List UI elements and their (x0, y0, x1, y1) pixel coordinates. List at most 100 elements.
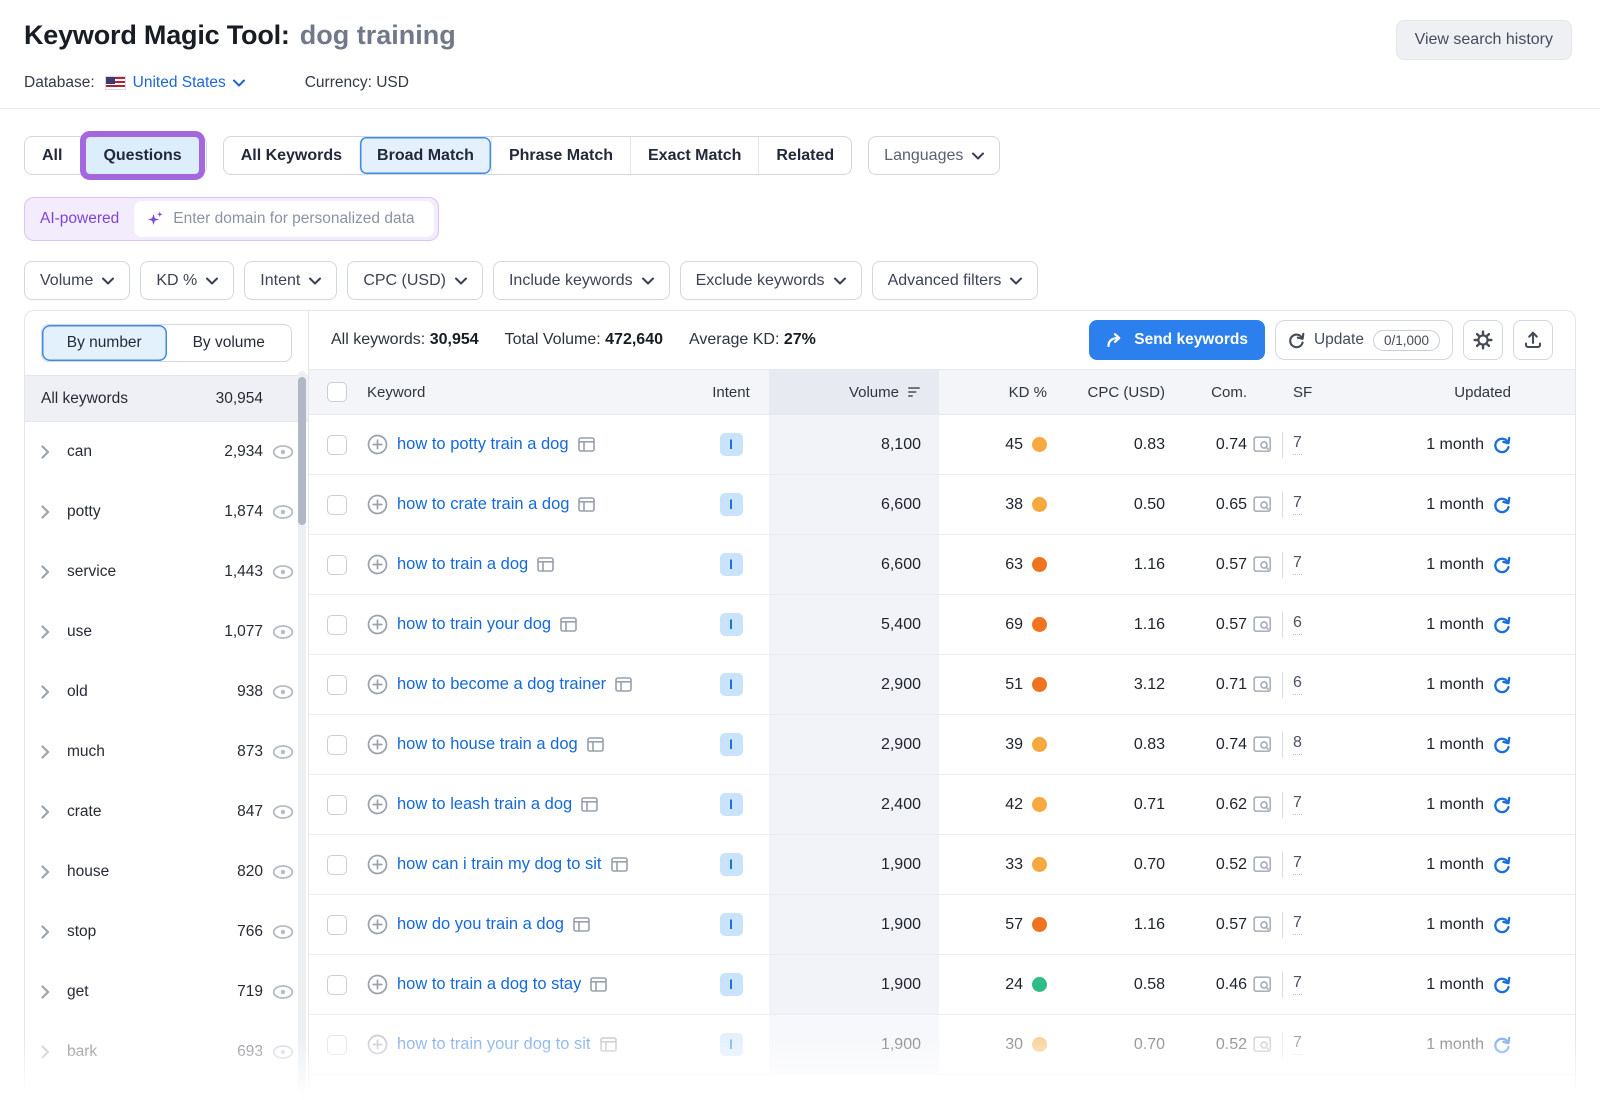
col-updated[interactable]: Updated (1343, 370, 1575, 414)
serp-window-icon[interactable] (600, 1037, 617, 1052)
eye-icon[interactable] (272, 985, 294, 999)
intent-badge[interactable]: I (720, 493, 743, 516)
keyword-group-item[interactable]: stop 766 (25, 902, 308, 962)
keyword-group-item[interactable]: house 820 (25, 842, 308, 902)
row-checkbox[interactable] (327, 735, 347, 755)
serp-preview-icon[interactable] (1253, 976, 1272, 993)
add-keyword-icon[interactable] (367, 494, 388, 515)
tab-all-keywords[interactable]: All Keywords (224, 137, 359, 174)
keyword-link[interactable]: how to become a dog trainer (397, 675, 606, 694)
serp-preview-icon[interactable] (1253, 856, 1272, 873)
serp-features-count[interactable]: 7 (1293, 1034, 1302, 1055)
eye-icon[interactable] (272, 505, 294, 519)
intent-badge[interactable]: I (720, 673, 743, 696)
refresh-row-icon[interactable] (1493, 496, 1511, 514)
serp-window-icon[interactable] (573, 917, 590, 932)
keyword-link[interactable]: how to train your dog (397, 615, 551, 634)
chevron-right-icon[interactable] (41, 685, 54, 699)
add-keyword-icon[interactable] (367, 434, 388, 455)
row-checkbox[interactable] (327, 1035, 347, 1055)
languages-dropdown[interactable]: Languages (868, 136, 1000, 175)
chevron-right-icon[interactable] (41, 985, 54, 999)
tab-phrase-match[interactable]: Phrase Match (491, 137, 630, 174)
tab-exact-match[interactable]: Exact Match (630, 137, 758, 174)
serp-window-icon[interactable] (590, 977, 607, 992)
add-keyword-icon[interactable] (367, 674, 388, 695)
serp-features-count[interactable]: 7 (1293, 494, 1302, 515)
include-keywords-dropdown[interactable]: Include keywords (493, 261, 670, 300)
intent-badge[interactable]: I (720, 433, 743, 456)
refresh-row-icon[interactable] (1493, 976, 1511, 994)
serp-preview-icon[interactable] (1253, 676, 1272, 693)
serp-features-count[interactable]: 7 (1293, 554, 1302, 575)
eye-icon[interactable] (272, 805, 294, 819)
serp-features-count[interactable]: 7 (1293, 434, 1302, 455)
keyword-group-item[interactable]: use 1,077 (25, 602, 308, 662)
serp-features-count[interactable]: 8 (1293, 734, 1302, 755)
eye-icon[interactable] (272, 445, 294, 459)
intent-badge[interactable]: I (720, 913, 743, 936)
tab-questions[interactable]: Questions (86, 137, 198, 174)
add-keyword-icon[interactable] (367, 614, 388, 635)
eye-icon[interactable] (272, 565, 294, 579)
eye-icon[interactable] (272, 625, 294, 639)
serp-preview-icon[interactable] (1253, 1036, 1272, 1053)
intent-badge[interactable]: I (720, 793, 743, 816)
serp-preview-icon[interactable] (1253, 916, 1272, 933)
row-checkbox[interactable] (327, 855, 347, 875)
add-keyword-icon[interactable] (367, 854, 388, 875)
add-keyword-icon[interactable] (367, 914, 388, 935)
add-keyword-icon[interactable] (367, 554, 388, 575)
database-selector[interactable]: United States (133, 74, 245, 92)
keyword-link[interactable]: how to leash train a dog (397, 795, 572, 814)
row-checkbox[interactable] (327, 555, 347, 575)
view-search-history-button[interactable]: View search history (1396, 20, 1572, 60)
tab-all[interactable]: All (25, 137, 79, 174)
serp-window-icon[interactable] (537, 557, 554, 572)
export-button[interactable] (1513, 320, 1553, 360)
chevron-right-icon[interactable] (41, 625, 54, 639)
serp-window-icon[interactable] (578, 437, 595, 452)
refresh-row-icon[interactable] (1493, 436, 1511, 454)
cpc-filter-dropdown[interactable]: CPC (USD) (347, 261, 483, 300)
keyword-group-item[interactable]: much 873 (25, 722, 308, 782)
keyword-link[interactable]: how to crate train a dog (397, 495, 569, 514)
settings-button[interactable] (1463, 320, 1503, 360)
col-volume[interactable]: Volume (769, 370, 939, 414)
tab-broad-match[interactable]: Broad Match (359, 137, 491, 174)
chevron-right-icon[interactable] (41, 925, 54, 939)
serp-preview-icon[interactable] (1253, 496, 1272, 513)
row-checkbox[interactable] (327, 675, 347, 695)
serp-window-icon[interactable] (615, 677, 632, 692)
sidebar-scrollbar-thumb[interactable] (298, 377, 306, 525)
col-com[interactable]: Com. (1165, 370, 1247, 414)
by-number-toggle[interactable]: By number (42, 325, 167, 361)
advanced-filters-dropdown[interactable]: Advanced filters (872, 261, 1039, 300)
keyword-link[interactable]: how to house train a dog (397, 735, 578, 754)
serp-window-icon[interactable] (587, 737, 604, 752)
refresh-row-icon[interactable] (1493, 676, 1511, 694)
col-kd[interactable]: KD % (939, 370, 1047, 414)
serp-window-icon[interactable] (560, 617, 577, 632)
refresh-row-icon[interactable] (1493, 856, 1511, 874)
keyword-group-item[interactable]: get 719 (25, 962, 308, 1022)
row-checkbox[interactable] (327, 795, 347, 815)
update-button[interactable]: Update 0/1,000 (1275, 320, 1453, 360)
refresh-row-icon[interactable] (1493, 616, 1511, 634)
by-volume-toggle[interactable]: By volume (167, 325, 292, 361)
serp-preview-icon[interactable] (1253, 436, 1272, 453)
intent-filter-dropdown[interactable]: Intent (244, 261, 337, 300)
serp-preview-icon[interactable] (1253, 616, 1272, 633)
add-keyword-icon[interactable] (367, 1034, 388, 1055)
serp-preview-icon[interactable] (1253, 796, 1272, 813)
row-checkbox[interactable] (327, 495, 347, 515)
col-keyword[interactable]: Keyword (367, 370, 693, 414)
serp-window-icon[interactable] (611, 857, 628, 872)
serp-features-count[interactable]: 7 (1293, 794, 1302, 815)
chevron-right-icon[interactable] (41, 445, 54, 459)
refresh-row-icon[interactable] (1493, 1036, 1511, 1054)
keyword-group-item[interactable]: can 2,934 (25, 422, 308, 482)
chevron-right-icon[interactable] (41, 745, 54, 759)
keyword-link[interactable]: how to train your dog to sit (397, 1035, 591, 1054)
row-checkbox[interactable] (327, 615, 347, 635)
